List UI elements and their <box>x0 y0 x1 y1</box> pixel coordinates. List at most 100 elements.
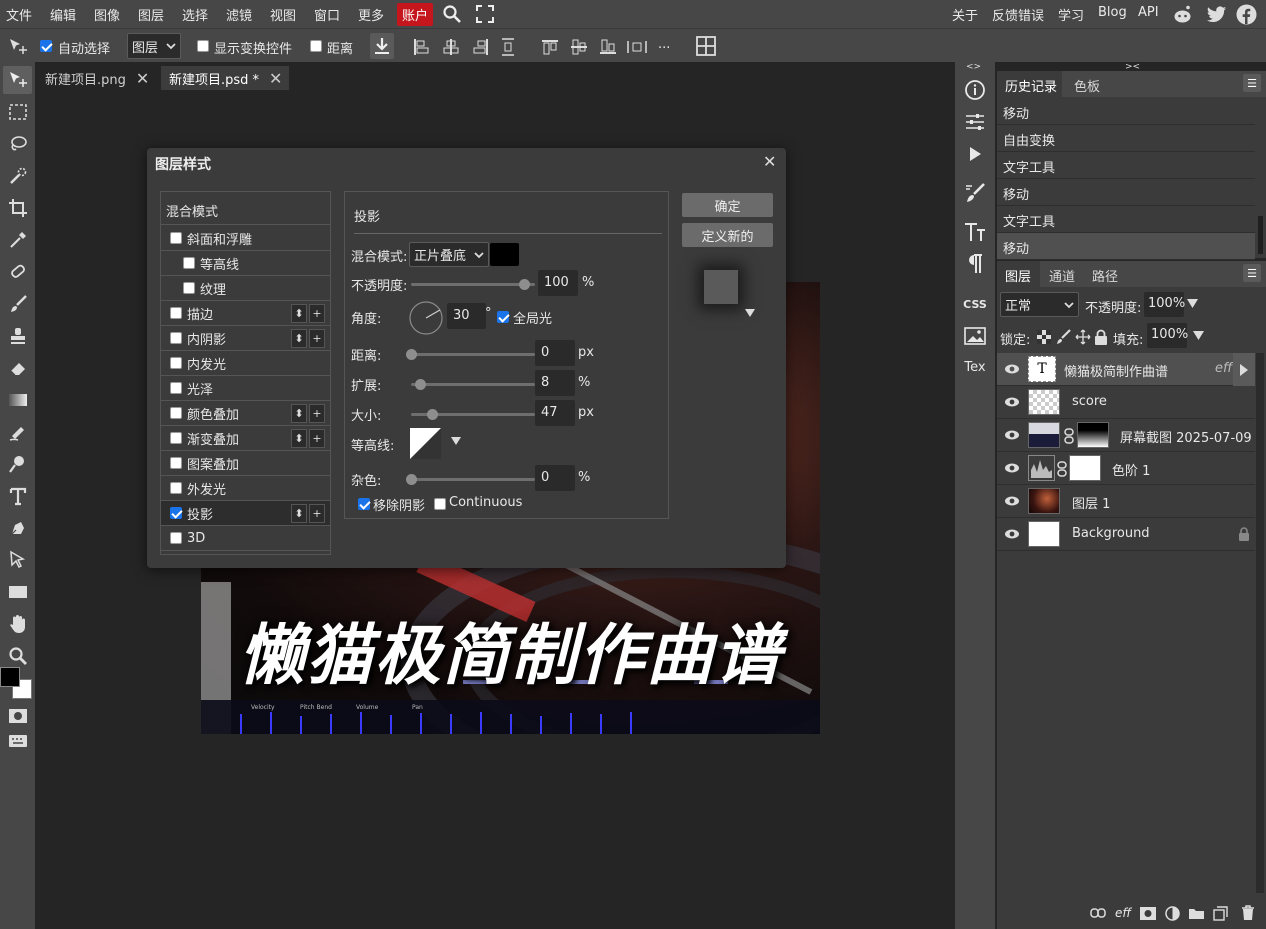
layer-name[interactable]: 屏幕截图 2025-07-09 1 <box>1120 427 1255 446</box>
menu-account[interactable]: 账户 <box>397 3 434 26</box>
link-learn[interactable]: 学习 <box>1058 5 1084 24</box>
style-gradient-overlay[interactable]: 渐变叠加 ⬍ + <box>161 426 330 451</box>
distribute-vertical-icon[interactable] <box>627 38 647 56</box>
layer-blend-mode-select[interactable]: 正常 <box>1000 292 1079 317</box>
eye-icon[interactable] <box>1004 361 1020 377</box>
expand-effects-icon[interactable] <box>1233 353 1255 386</box>
continuous-checkbox[interactable] <box>434 498 446 513</box>
opacity-input[interactable]: 100 <box>538 270 578 296</box>
style-checkbox[interactable] <box>170 332 182 344</box>
size-slider-knob[interactable] <box>426 409 438 420</box>
distance-slider[interactable] <box>411 353 535 356</box>
knockout-checkbox[interactable] <box>358 498 370 513</box>
auto-select-checkbox[interactable] <box>40 40 52 55</box>
style-checkbox[interactable] <box>170 307 182 319</box>
align-vcenter-icon[interactable] <box>570 38 588 56</box>
link-report-bug[interactable]: 反馈错误 <box>992 5 1044 24</box>
mask-thumbnail[interactable] <box>1077 422 1109 448</box>
auto-select-target-select[interactable]: 图层 <box>127 33 181 59</box>
image-icon[interactable] <box>955 321 995 351</box>
align-right-icon[interactable] <box>472 38 490 56</box>
noise-slider-knob[interactable] <box>405 474 417 485</box>
add-effect-button[interactable]: eff <box>1114 905 1132 921</box>
marquee-tool-icon[interactable] <box>3 98 32 126</box>
menu-filter[interactable]: 滤镜 <box>226 5 252 24</box>
tab-paths[interactable]: 路径 <box>1092 266 1118 285</box>
angle-input[interactable]: 30 <box>447 303 486 329</box>
history-item[interactable]: 移动 <box>997 98 1255 125</box>
lock-position-icon[interactable] <box>1075 329 1091 345</box>
distance-checkbox[interactable] <box>310 40 322 55</box>
layers-scrollbar[interactable] <box>1256 353 1264 893</box>
eye-icon[interactable] <box>1004 493 1020 509</box>
quick-select-tool-icon[interactable] <box>3 162 32 190</box>
paragraph-icon[interactable] <box>955 249 995 279</box>
history-item[interactable]: 文字工具 <box>997 152 1255 179</box>
keyboard-icon[interactable] <box>3 727 32 755</box>
lock-all-icon[interactable] <box>1094 329 1108 345</box>
angle-dial[interactable] <box>408 300 444 336</box>
facebook-icon[interactable] <box>1236 4 1257 25</box>
lock-transparency-icon[interactable] <box>1037 330 1051 344</box>
css-button[interactable]: CSS <box>955 289 995 319</box>
reorder-icon[interactable]: ⬍ <box>291 329 307 348</box>
new-style-button[interactable]: 定义新的 <box>682 223 773 247</box>
style-contour[interactable]: 等高线 <box>161 251 330 276</box>
lock-pixels-icon[interactable] <box>1056 329 1072 345</box>
add-icon[interactable]: + <box>309 304 325 323</box>
style-bevel-emboss[interactable]: 斜面和浮雕 <box>161 226 330 251</box>
style-blend-options[interactable]: 混合模式 <box>161 196 330 225</box>
tab-new-project-png[interactable]: 新建项目.png ✕ <box>37 66 156 90</box>
layer-name[interactable]: Background <box>1072 526 1150 541</box>
style-checkbox[interactable] <box>170 232 182 244</box>
add-icon[interactable]: + <box>309 504 325 523</box>
layer-name[interactable]: 懒猫极简制作曲谱 <box>1064 361 1204 380</box>
style-satin[interactable]: 光泽 <box>161 376 330 401</box>
noise-slider[interactable] <box>411 478 535 481</box>
quick-mask-icon[interactable] <box>3 702 32 730</box>
align-left-icon[interactable] <box>412 38 430 56</box>
adjustments-icon[interactable] <box>955 107 995 137</box>
healing-brush-tool-icon[interactable] <box>3 258 32 286</box>
layer-name[interactable]: 色阶 1 <box>1112 460 1150 479</box>
menu-file[interactable]: 文件 <box>6 5 32 24</box>
lasso-tool-icon[interactable] <box>3 130 32 158</box>
style-checkbox[interactable] <box>183 257 195 269</box>
style-outer-glow[interactable]: 外发光 <box>161 476 330 501</box>
ok-button[interactable]: 确定 <box>682 193 773 217</box>
gradient-tool-icon[interactable] <box>3 386 32 414</box>
reddit-icon[interactable] <box>1172 4 1193 25</box>
menu-select[interactable]: 选择 <box>182 5 208 24</box>
style-checkbox[interactable] <box>170 407 182 419</box>
eyedropper-tool-icon[interactable] <box>3 226 32 254</box>
style-pattern-overlay[interactable]: 图案叠加 <box>161 451 330 476</box>
info-icon[interactable] <box>955 75 995 105</box>
link-icon[interactable] <box>1064 428 1074 444</box>
show-transform-checkbox[interactable] <box>197 40 209 55</box>
brush-settings-icon[interactable] <box>955 178 995 208</box>
tab-channels[interactable]: 通道 <box>1049 266 1075 285</box>
layer-effects-indicator[interactable]: eff <box>1215 361 1232 376</box>
type-tool-icon[interactable] <box>3 482 32 510</box>
contour-preview[interactable] <box>410 428 441 459</box>
link-layers-icon[interactable] <box>1089 905 1107 921</box>
style-checkbox[interactable] <box>170 457 182 469</box>
spread-slider[interactable] <box>411 383 535 386</box>
new-layer-icon[interactable] <box>1211 905 1229 921</box>
path-select-tool-icon[interactable] <box>3 546 32 574</box>
link-icon[interactable] <box>1057 461 1067 477</box>
history-item[interactable]: 移动 <box>997 179 1255 206</box>
link-about[interactable]: 关于 <box>952 5 978 24</box>
layer-row-layer1[interactable]: 图层 1 <box>997 485 1255 518</box>
history-item[interactable]: 自由变换 <box>997 125 1255 152</box>
history-item[interactable]: 文字工具 <box>997 206 1255 233</box>
spread-slider-knob[interactable] <box>414 379 426 390</box>
layer-row-score[interactable]: score <box>997 386 1255 419</box>
rectangle-tool-icon[interactable] <box>3 578 32 606</box>
layer-fill-input[interactable]: 100% <box>1147 323 1188 348</box>
preview-dropdown-icon[interactable] <box>745 309 755 317</box>
hand-tool-icon[interactable] <box>3 610 32 638</box>
style-3d[interactable]: 3D <box>161 526 330 551</box>
style-inner-glow[interactable]: 内发光 <box>161 351 330 376</box>
size-input[interactable]: 47 <box>535 400 575 426</box>
